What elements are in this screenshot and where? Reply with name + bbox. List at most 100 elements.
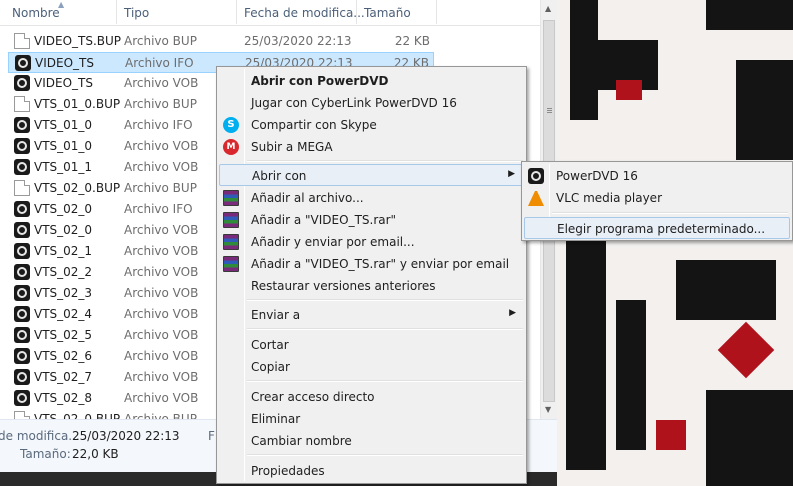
- file-size: 22 KB: [394, 34, 430, 48]
- menu-item-abrir-con[interactable]: Abrir con ▶: [219, 164, 524, 186]
- column-header-name[interactable]: Nombre: [12, 6, 60, 20]
- file-type: Archivo VOB: [124, 139, 199, 153]
- file-type: Archivo IFO: [124, 118, 193, 132]
- menu-separator: [552, 212, 788, 214]
- menu-item-enviar-a[interactable]: Enviar a ▶: [219, 304, 524, 326]
- file-name: VIDEO_TS: [34, 76, 93, 90]
- menu-item-label: Añadir a "VIDEO_TS.rar" y enviar por ema…: [251, 257, 510, 271]
- menu-separator: [247, 454, 523, 456]
- menu-item-cortar[interactable]: Cortar: [219, 334, 524, 356]
- menu-separator: [247, 328, 523, 330]
- column-header-type[interactable]: Tipo: [124, 6, 149, 20]
- menu-separator: [247, 380, 523, 382]
- scroll-down-arrow-icon[interactable]: ▼: [545, 405, 551, 414]
- column-header-bar: ▲ Nombre Tipo Fecha de modifica... Tamañ…: [0, 0, 540, 26]
- scroll-up-arrow-icon[interactable]: ▲: [545, 4, 551, 13]
- file-row[interactable]: VIDEO_TS.BUP Archivo BUP 25/03/2020 22:13 2…: [8, 31, 434, 52]
- details-extra-label: F: [208, 429, 215, 443]
- document-icon: [14, 180, 30, 196]
- powerdvd-icon: [528, 168, 544, 184]
- dvd-icon: [14, 201, 30, 217]
- file-type: Archivo BUP: [124, 181, 197, 195]
- submenu-arrow-icon: ▶: [508, 169, 515, 179]
- column-divider[interactable]: [116, 0, 117, 24]
- dvd-icon: [14, 138, 30, 154]
- menu-item-label: Cambiar nombre: [251, 434, 352, 448]
- menu-item-label: Eliminar: [251, 412, 301, 426]
- menu-item-label: Propiedades: [251, 464, 325, 478]
- menu-item-label: Copiar: [251, 360, 290, 374]
- menu-separator: [247, 299, 523, 301]
- open-with-submenu: PowerDVD 16 VLC media player Elegir progra…: [521, 161, 793, 241]
- menu-item-label: Enviar a: [251, 308, 301, 322]
- submenu-item-powerdvd-16[interactable]: PowerDVD 16: [524, 165, 790, 187]
- document-icon: [14, 96, 30, 112]
- file-name: VTS_02_0.BUP: [34, 412, 121, 419]
- details-modified-label: de modifica...: [0, 429, 80, 443]
- menu-item-compartir-con-skype[interactable]: S Compartir con Skype: [219, 114, 524, 136]
- dvd-icon: [14, 306, 30, 322]
- background-artwork: [556, 0, 793, 486]
- submenu-item-elegir-programa-predeterminado[interactable]: Elegir programa predeterminado...: [524, 217, 790, 239]
- file-name: VTS_02_5: [34, 328, 93, 342]
- menu-item-label: Crear acceso directo: [251, 390, 375, 404]
- column-header-date[interactable]: Fecha de modifica...: [244, 6, 365, 20]
- menu-item-crear-acceso-directo[interactable]: Crear acceso directo: [219, 386, 524, 408]
- details-size-value: 22,0 KB: [72, 447, 119, 461]
- file-type: Archivo VOB: [124, 244, 199, 258]
- dvd-icon: [15, 55, 31, 71]
- menu-separator: [247, 160, 523, 162]
- winrar-icon: [223, 256, 239, 272]
- menu-item-label: Añadir a "VIDEO_TS.rar": [251, 213, 397, 227]
- menu-item-subir-a-mega[interactable]: M Subir a MEGA: [219, 136, 524, 158]
- scrollbar-grip: [547, 108, 552, 109]
- file-name: VIDEO_TS: [35, 56, 94, 70]
- dvd-icon: [14, 390, 30, 406]
- file-name: VTS_02_1: [34, 244, 93, 258]
- vlc-icon: [528, 190, 544, 206]
- file-name: VTS_01_0: [34, 139, 93, 153]
- file-type: Archivo BUP: [124, 412, 197, 419]
- file-name: VTS_01_0.BUP: [34, 97, 121, 111]
- menu-item-label: Abrir con PowerDVD: [251, 74, 389, 88]
- menu-item-añadir-y-enviar-por-email[interactable]: Añadir y enviar por email...: [219, 231, 524, 253]
- menu-item-restaurar-versiones-anteriores[interactable]: Restaurar versiones anteriores: [219, 275, 524, 297]
- file-name: VTS_02_6: [34, 349, 93, 363]
- context-menu: Abrir con PowerDVD Jugar con CyberLink Po…: [216, 66, 527, 484]
- file-name: VIDEO_TS.BUP: [34, 34, 122, 48]
- column-divider[interactable]: [436, 0, 437, 24]
- menu-item-cambiar-nombre[interactable]: Cambiar nombre: [219, 430, 524, 452]
- column-header-size[interactable]: Tamaño: [364, 6, 411, 20]
- file-type: Archivo BUP: [124, 97, 197, 111]
- dvd-icon: [14, 243, 30, 259]
- details-modified-value: 25/03/2020 22:13: [72, 429, 180, 443]
- winrar-icon: [223, 190, 239, 206]
- skype-icon: S: [223, 117, 239, 133]
- dvd-icon: [14, 327, 30, 343]
- menu-item-añadir-al-archivo[interactable]: Añadir al archivo...: [219, 187, 524, 209]
- file-name: VTS_02_8: [34, 391, 93, 405]
- file-name: VTS_02_2: [34, 265, 93, 279]
- menu-item-añadir-a-video-ts-rar-y-enviar-por-email[interactable]: Añadir a "VIDEO_TS.rar" y enviar por ema…: [219, 253, 524, 275]
- column-divider[interactable]: [236, 0, 237, 24]
- menu-item-jugar-con-cyberlink-powerdvd-16[interactable]: Jugar con CyberLink PowerDVD 16: [219, 92, 524, 114]
- menu-item-eliminar[interactable]: Eliminar: [219, 408, 524, 430]
- file-name: VTS_02_0: [34, 202, 93, 216]
- menu-item-añadir-a-video-ts-rar[interactable]: Añadir a "VIDEO_TS.rar": [219, 209, 524, 231]
- dvd-icon: [14, 348, 30, 364]
- submenu-item-label: VLC media player: [556, 191, 663, 205]
- file-type: Archivo VOB: [124, 349, 199, 363]
- column-divider[interactable]: [356, 0, 357, 24]
- menu-item-label: Abrir con: [252, 169, 307, 183]
- file-type: Archivo VOB: [124, 286, 199, 300]
- document-icon: [14, 411, 30, 419]
- menu-item-propiedades[interactable]: Propiedades: [219, 460, 524, 482]
- scrollbar-grip: [547, 112, 552, 113]
- submenu-item-vlc-media-player[interactable]: VLC media player: [524, 187, 790, 209]
- menu-item-copiar[interactable]: Copiar: [219, 356, 524, 378]
- file-name: VTS_02_0.BUP: [34, 181, 121, 195]
- menu-item-label: Subir a MEGA: [251, 140, 333, 154]
- dvd-icon: [14, 264, 30, 280]
- file-type: Archivo IFO: [125, 56, 194, 70]
- menu-item-abrir-con-powerdvd[interactable]: Abrir con PowerDVD: [219, 70, 524, 92]
